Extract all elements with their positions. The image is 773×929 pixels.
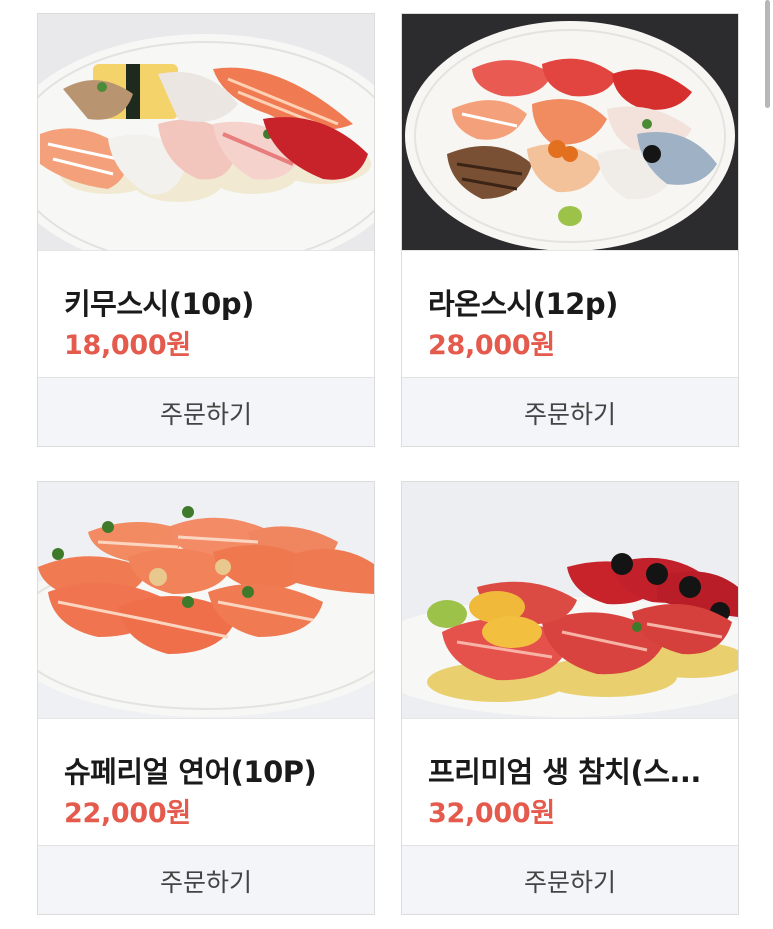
product-info: 라온스시(12p) 28,000원 [402,250,738,377]
product-price: 22,000원 [64,798,191,829]
product-name: 슈페리얼 연어(10P) [64,755,317,789]
product-image-superior-salmon[interactable] [38,482,374,718]
product-image-premium-tuna[interactable] [402,482,738,718]
order-button[interactable]: 주문하기 [402,377,738,446]
product-name: 키무스시(10p) [64,287,254,321]
product-grid: 키무스시(10p) 18,000원 주문하기 라온스시(12p) 28,000원… [0,0,773,929]
product-info: 키무스시(10p) 18,000원 [38,250,374,377]
product-price: 32,000원 [428,798,555,829]
product-name: 라온스시(12p) [428,287,618,321]
sushi-plate-illustration [402,482,738,718]
order-button[interactable]: 주문하기 [38,377,374,446]
scrollbar[interactable] [765,0,770,108]
order-button[interactable]: 주문하기 [402,845,738,914]
product-image-raon-sushi[interactable] [402,14,738,250]
order-button[interactable]: 주문하기 [38,845,374,914]
product-card-premium-tuna[interactable]: 프리미엄 생 참치(스... 32,000원 주문하기 [401,481,739,915]
product-price: 28,000원 [428,330,555,361]
product-price: 18,000원 [64,330,191,361]
product-info: 슈페리얼 연어(10P) 22,000원 [38,718,374,845]
product-image-kimu-sushi[interactable] [38,14,374,250]
sushi-plate-illustration [38,482,374,718]
product-card-raon-sushi[interactable]: 라온스시(12p) 28,000원 주문하기 [401,13,739,447]
product-card-superior-salmon[interactable]: 슈페리얼 연어(10P) 22,000원 주문하기 [37,481,375,915]
product-card-kimu-sushi[interactable]: 키무스시(10p) 18,000원 주문하기 [37,13,375,447]
product-name: 프리미엄 생 참치(스... [428,755,701,789]
sushi-plate-illustration [38,14,374,250]
sushi-plate-illustration [402,14,738,250]
product-info: 프리미엄 생 참치(스... 32,000원 [402,718,738,845]
